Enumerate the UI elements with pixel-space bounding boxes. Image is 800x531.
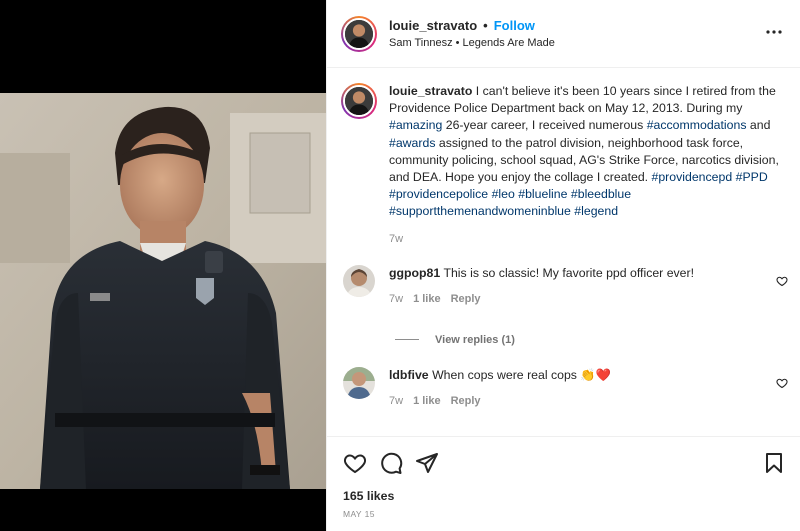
comment-reply-button[interactable]: Reply: [451, 291, 481, 308]
hashtag-supportthemenandwomeninblue[interactable]: #supportthemenandwomeninblue: [389, 204, 571, 218]
hashtag-legend[interactable]: #legend: [574, 204, 618, 218]
post-photo[interactable]: [0, 93, 326, 489]
comment-age[interactable]: 7w: [389, 393, 403, 410]
view-replies-label: View replies (1): [435, 333, 515, 346]
post-footer: 165 likes MAY 15: [327, 436, 800, 531]
comment-text: ldbfive When cops were real cops 👏❤️: [389, 367, 611, 384]
post-header: louie_stravato • Follow Sam Tinnesz • Le…: [327, 0, 800, 68]
view-replies-line: [395, 339, 419, 341]
post-date[interactable]: MAY 15: [343, 509, 375, 519]
header-separator: •: [483, 18, 488, 33]
officer-photo-image: [0, 93, 326, 489]
comments-area[interactable]: louie_stravato I can't believe it's been…: [327, 69, 800, 436]
hashtag-ppd[interactable]: #PPD: [736, 170, 768, 184]
post-caption: louie_stravato I can't believe it's been…: [327, 69, 800, 248]
commenter-avatar-image: [343, 264, 375, 297]
comment-text: ggpop81 This is so classic! My favorite …: [389, 265, 694, 282]
share-icon[interactable]: [415, 451, 439, 475]
comment-item: ldbfive When cops were real cops 👏❤️ 7w …: [327, 366, 800, 410]
caption-part: 26-year career, I received numerous: [442, 118, 647, 133]
comment-likes[interactable]: 1 like: [413, 291, 441, 308]
caption-text: louie_stravato I can't believe it's been…: [389, 83, 786, 221]
like-heart-icon[interactable]: [343, 451, 367, 475]
more-options-icon[interactable]: [764, 22, 784, 42]
hashtag-bleedblue[interactable]: #bleedblue: [571, 187, 631, 201]
hashtag-amazing[interactable]: #amazing: [389, 118, 442, 132]
comment-username[interactable]: ldbfive: [389, 368, 429, 382]
audio-track[interactable]: Sam Tinnesz • Legends Are Made: [389, 37, 555, 49]
commenter-avatar-image: [343, 366, 375, 399]
comment-age[interactable]: 7w: [389, 291, 403, 308]
comment-meta: 7w 1 like Reply: [389, 291, 694, 308]
action-bar: [341, 451, 786, 475]
media-panel: [0, 0, 326, 531]
author-avatar[interactable]: [341, 15, 377, 52]
comment-message: When cops were real cops 👏❤️: [432, 367, 611, 382]
commenter-avatar[interactable]: [343, 264, 375, 297]
likes-count[interactable]: 165 likes: [343, 489, 394, 503]
hashtag-providencepd[interactable]: #providencepd: [652, 170, 733, 184]
hashtag-accommodations[interactable]: #accommodations: [647, 118, 747, 132]
hashtag-providencepolice[interactable]: #providencepolice: [389, 187, 488, 201]
comment-meta: 7w 1 like Reply: [389, 393, 611, 410]
post-side-panel: louie_stravato • Follow Sam Tinnesz • Le…: [326, 0, 800, 531]
caption-avatar-image: [345, 87, 373, 115]
caption-username[interactable]: louie_stravato: [389, 84, 472, 98]
commenter-avatar[interactable]: [343, 366, 375, 399]
comment-like-heart-icon[interactable]: [776, 275, 788, 287]
comment-like-heart-icon[interactable]: [776, 377, 788, 389]
comment-likes[interactable]: 1 like: [413, 393, 441, 410]
caption-part: and: [746, 118, 771, 133]
comment-username[interactable]: ggpop81: [389, 266, 440, 280]
view-replies-button[interactable]: View replies (1): [395, 334, 800, 346]
hashtag-blueline[interactable]: #blueline: [518, 187, 567, 201]
comment-item: ggpop81 This is so classic! My favorite …: [327, 264, 800, 308]
author-username[interactable]: louie_stravato: [389, 18, 477, 33]
post-dialog: louie_stravato • Follow Sam Tinnesz • Le…: [0, 0, 800, 531]
bookmark-icon[interactable]: [762, 451, 786, 475]
comment-reply-button[interactable]: Reply: [451, 393, 481, 410]
caption-avatar[interactable]: [341, 83, 377, 119]
comment-message: This is so classic! My favorite ppd offi…: [443, 265, 695, 280]
caption-age[interactable]: 7w: [389, 231, 786, 248]
follow-button[interactable]: Follow: [494, 18, 535, 33]
author-avatar-image: [345, 19, 373, 48]
hashtag-awards[interactable]: #awards: [389, 136, 435, 150]
hashtag-leo[interactable]: #leo: [492, 187, 515, 201]
comment-icon[interactable]: [379, 451, 403, 475]
